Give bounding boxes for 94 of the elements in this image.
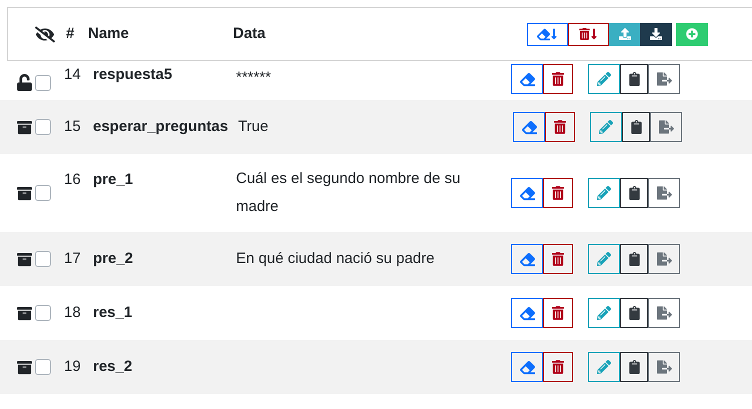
clear-all-button[interactable] [527,22,568,46]
copy-button[interactable] [620,298,648,328]
row-data: True [238,117,270,137]
file-export-icon [656,72,672,86]
row-checkbox[interactable] [35,185,51,201]
eraser-down-icon [537,28,558,40]
delete-button[interactable] [543,244,573,274]
export-button[interactable] [648,352,680,382]
archive-icon [16,120,33,134]
file-export-icon [658,120,674,134]
column-header: # [66,24,76,44]
clear-button[interactable] [513,112,546,142]
row-number: 15 [64,116,82,137]
copy-button[interactable] [620,352,648,382]
eraser-icon [520,186,534,200]
eraser-icon [522,120,537,134]
eraser-icon [520,306,534,320]
archive-icon [16,306,33,320]
archive-icon [16,360,33,374]
trash-icon [554,120,566,134]
delete-button[interactable] [543,64,573,94]
clipboard-icon [628,306,640,320]
row-name: pre_2 [93,248,134,269]
pencil-icon [597,72,611,86]
row-number: 18 [64,302,82,323]
file-export-icon [656,252,672,266]
row-name: respuesta5 [93,65,174,85]
row-name: res_1 [93,302,134,323]
trash-icon [552,186,564,200]
row-number: 19 [64,356,82,377]
pencil-icon [597,186,611,200]
row-checkbox[interactable] [35,305,51,321]
row-checkbox[interactable] [35,251,51,267]
export-button[interactable] [648,64,680,94]
row-checkbox[interactable] [35,74,51,90]
archive-icon [16,186,33,200]
copy-button[interactable] [620,178,648,208]
eye-slash-icon [35,26,55,42]
export-button[interactable] [648,244,680,274]
copy-button[interactable] [620,64,648,94]
unlock-icon [16,74,33,91]
eraser-icon [520,72,534,86]
clear-button[interactable] [511,298,543,328]
row-name: pre_1 [93,170,134,190]
delete-button[interactable] [545,112,576,142]
clear-button[interactable] [511,178,543,208]
row-name: esperar_preguntas [93,116,230,137]
clear-button[interactable] [511,352,543,382]
file-export-icon [656,360,672,374]
column-header: Data [233,24,267,44]
row-data: En qué ciudad nació su padre [236,249,436,269]
delete-button[interactable] [543,352,573,382]
export-button[interactable] [650,112,682,142]
clipboard-icon [628,360,640,374]
clear-button[interactable] [511,244,543,274]
eraser-icon [520,252,534,266]
download-button[interactable] [640,22,672,46]
row-data: Cuál es el segundo nombre de su madre [236,169,462,217]
row-number: 16 [64,170,82,190]
pencil-icon [597,360,611,374]
trash-icon [552,360,564,374]
clipboard-icon [628,186,640,200]
archive-icon [16,252,33,266]
column-header: Name [88,24,130,44]
plus-icon [686,28,698,40]
export-button[interactable] [648,298,680,328]
row-name: res_2 [93,356,134,377]
pencil-icon [597,306,611,320]
file-export-icon [656,186,672,200]
trash-down-icon [579,28,598,40]
export-button[interactable] [648,178,680,208]
row-number: 17 [64,248,82,269]
pencil-icon [599,120,614,134]
trash-icon [552,72,564,86]
clipboard-icon [628,252,640,266]
delete-button[interactable] [543,298,573,328]
download-icon [650,28,662,40]
clipboard-icon [630,120,642,134]
copy-button[interactable] [622,112,650,142]
row-checkbox[interactable] [35,119,51,135]
trash-icon [552,252,564,266]
clipboard-icon [628,72,640,86]
row-checkbox[interactable] [35,359,51,375]
delete-all-button[interactable] [568,22,609,46]
delete-button[interactable] [543,178,573,208]
trash-icon [552,306,564,320]
copy-button[interactable] [620,244,648,274]
row-number: 14 [64,65,82,85]
row-data: ****** [236,68,272,88]
upload-icon [618,28,630,40]
file-export-icon [656,306,672,320]
clear-button[interactable] [511,64,543,94]
pencil-icon [597,252,611,266]
eraser-icon [520,360,534,374]
